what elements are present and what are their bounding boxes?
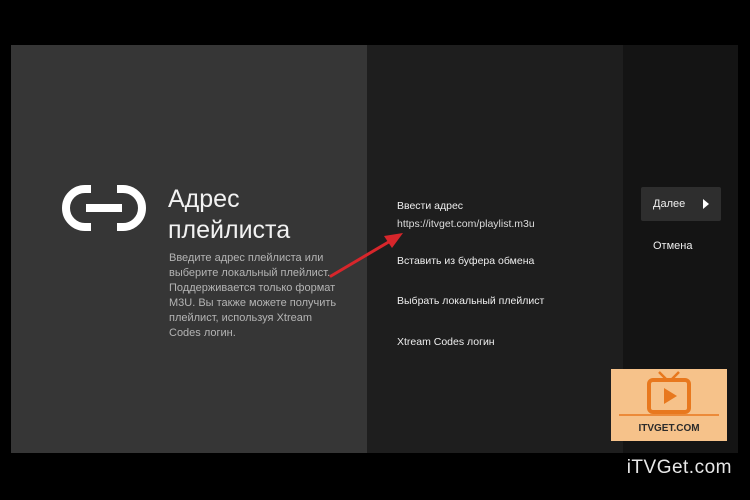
cancel-button[interactable]: Отмена xyxy=(653,240,692,252)
option-label: Xtream Codes логин xyxy=(397,336,495,348)
tv-play-icon xyxy=(619,371,719,416)
option-label: Вставить из буфера обмена xyxy=(397,255,535,267)
option-choose-local[interactable]: Выбрать локальный плейлист xyxy=(397,295,544,307)
next-button[interactable]: Далее xyxy=(641,187,721,221)
option-enter-url[interactable]: Ввести адрес https://itvget.com/playlist… xyxy=(397,200,535,230)
info-panel: Адрес плейлиста Введите адрес плейлиста … xyxy=(11,45,367,453)
next-button-label: Далее xyxy=(653,198,686,210)
option-label: Выбрать локальный плейлист xyxy=(397,295,545,307)
option-url-value: https://itvget.com/playlist.m3u xyxy=(397,218,535,230)
option-label: Ввести адрес xyxy=(397,200,464,212)
options-panel: Ввести адрес https://itvget.com/playlist… xyxy=(367,45,623,453)
chevron-right-icon xyxy=(703,199,709,209)
option-xtream-login[interactable]: Xtream Codes логин xyxy=(397,336,495,348)
dialog-description: Введите адрес плейлиста или выберите лок… xyxy=(169,252,337,339)
watermark-logo: ITVGET.COM xyxy=(611,369,727,441)
option-paste-clipboard[interactable]: Вставить из буфера обмена xyxy=(397,255,534,267)
dialog-title: Адрес плейлиста xyxy=(168,185,291,244)
link-icon xyxy=(62,184,146,232)
watermark-text: ITVGET.COM xyxy=(638,423,700,434)
footer-brand: iTVGet.com xyxy=(626,457,732,478)
